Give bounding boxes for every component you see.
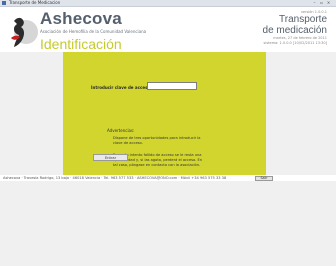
password-input[interactable] — [147, 82, 197, 90]
page-title: Identificación — [40, 36, 122, 52]
window-title: Transporte de Medicacion — [9, 0, 61, 5]
close-icon[interactable]: × — [326, 1, 331, 5]
title-bar: Transporte de Medicacion – ▫ × — [0, 0, 336, 7]
minimize-icon[interactable]: – — [312, 1, 317, 5]
password-label: Introducir clave de acceso — [91, 85, 151, 90]
app-info: versión 1.0.0.1 Transporte de medicación… — [263, 10, 327, 46]
maximize-icon[interactable]: ▫ — [319, 1, 324, 5]
footer: Ashecova · Travesía Rodrigo, 13 bajo · 4… — [0, 175, 336, 181]
ashecova-logo-icon — [11, 17, 38, 47]
app-title-line2: de medicación — [262, 25, 327, 36]
header: Ashecova Asociación de Hemofilia de la C… — [0, 7, 336, 52]
brand-subtitle: Asociación de Hemofilia de la Comunidad … — [40, 29, 147, 34]
brand-name: Ashecova — [40, 9, 122, 28]
system-text: sistema: 1.0.0.0 [10/02/2011 13:30] — [263, 41, 327, 45]
footer-contact: Ashecova · Travesía Rodrigo, 13 bajo · 4… — [3, 176, 227, 180]
exit-button[interactable]: Salir — [255, 176, 273, 181]
app-title-line1: Transporte — [279, 14, 327, 25]
brand-block: Ashecova Asociación de Hemofilia de la C… — [40, 9, 146, 52]
enter-button[interactable]: Entrar — [93, 154, 128, 161]
warnings-title: Advertencias: — [107, 128, 135, 133]
warning-text-1: Dispone de tres oportunidades para intro… — [113, 136, 201, 145]
app-icon — [2, 1, 6, 5]
